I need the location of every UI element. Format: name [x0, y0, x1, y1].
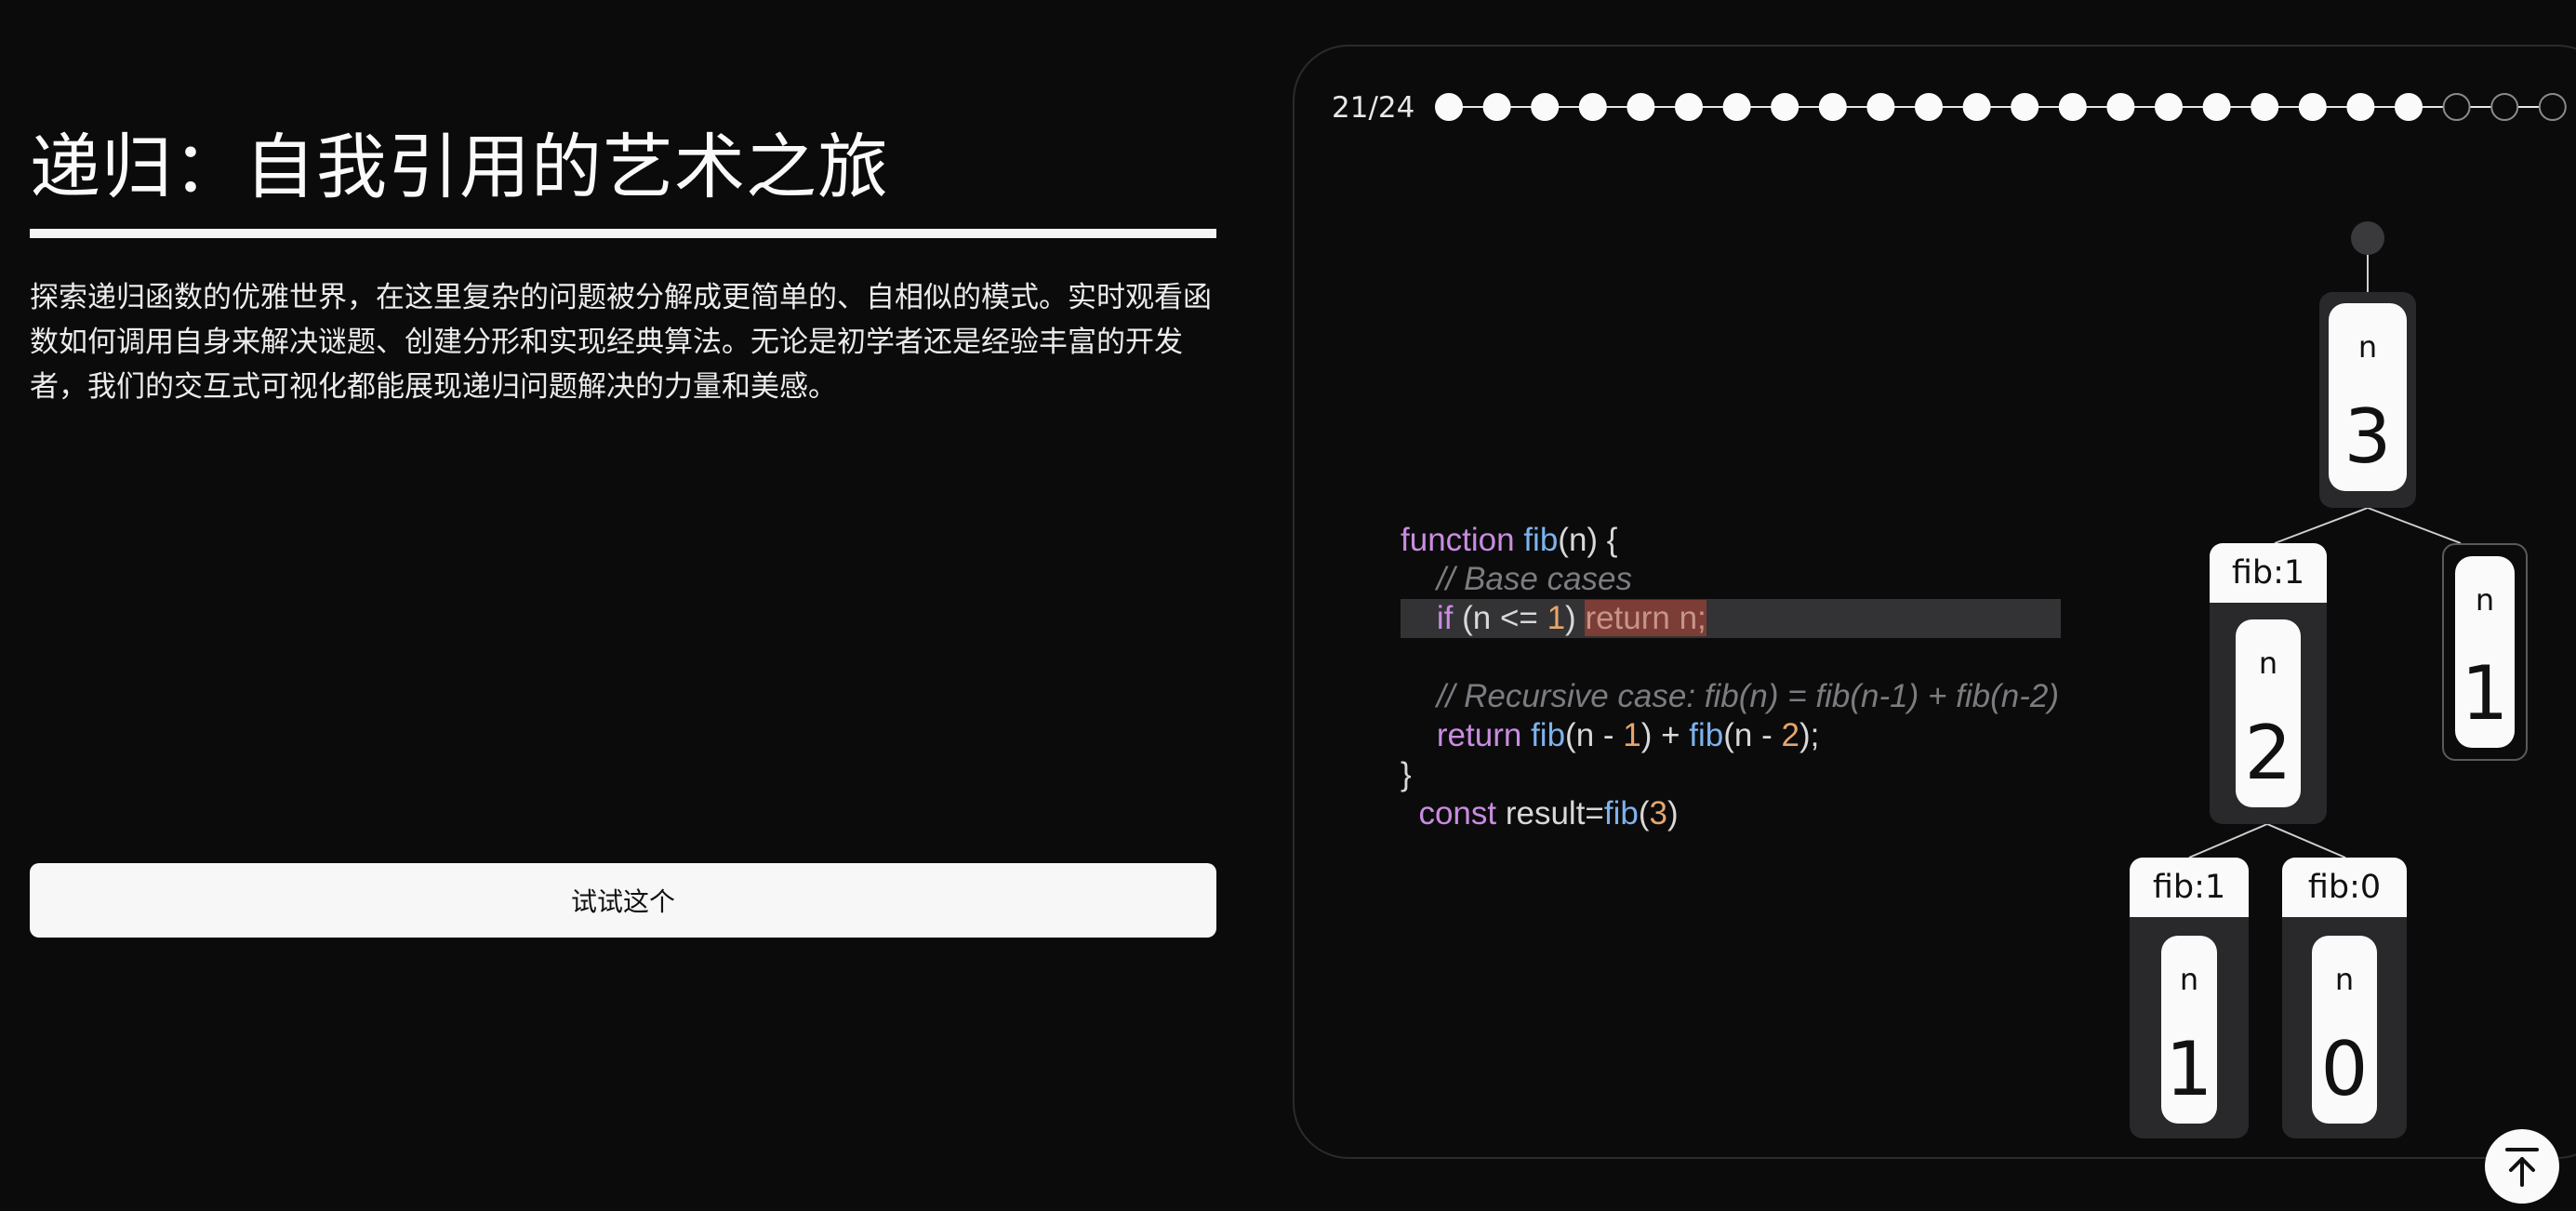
call-node-root: n 3 — [2319, 292, 2416, 508]
link-left-right — [2266, 823, 2346, 858]
param-pill: n 2 — [2236, 619, 2301, 807]
visualization-panel: 21/24 function fib(n) { // Base cases if… — [1293, 45, 2576, 1159]
intro-paragraph: 探索递归函数的优雅世界，在这里复杂的问题被分解成更简单的、自相似的模式。实时观看… — [30, 281, 1212, 404]
call-label: fib:0 — [2282, 858, 2407, 917]
link-left-left — [2188, 823, 2268, 858]
param-pill: n 0 — [2312, 936, 2377, 1124]
page-title: 递归：自我引用的艺术之旅 — [30, 126, 889, 208]
call-label: fib:1 — [2210, 543, 2327, 603]
param-pill: n 1 — [2455, 556, 2515, 748]
call-label: fib:1 — [2130, 858, 2249, 917]
title-divider — [30, 229, 1216, 238]
link-root-left — [2274, 507, 2369, 544]
arrow-up-to-line-icon — [2505, 1148, 2539, 1187]
root-anchor-dot — [2351, 221, 2384, 255]
back-to-top-button[interactable] — [2485, 1129, 2559, 1204]
param-pill: n 1 — [2161, 936, 2217, 1124]
call-node-right: n 1 — [2442, 543, 2528, 761]
call-node-left-left: fib:1 n 1 — [2130, 858, 2249, 1138]
link-root-right — [2367, 507, 2462, 544]
param-pill: n 3 — [2329, 303, 2407, 491]
try-it-button[interactable]: 试试这个 — [30, 863, 1216, 938]
call-node-left-right: fib:0 n 0 — [2282, 858, 2407, 1138]
call-node-left: fib:1 n 2 — [2210, 543, 2327, 824]
